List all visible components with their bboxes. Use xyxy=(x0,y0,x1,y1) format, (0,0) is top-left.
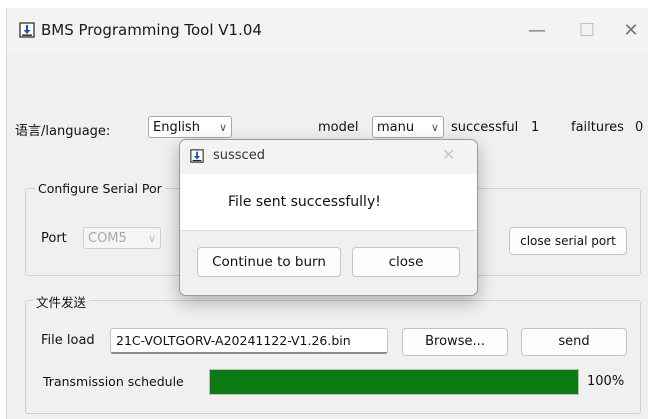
success-dialog: sussced ✕ File sent successfully! Contin… xyxy=(179,139,478,296)
chevron-down-icon: ∨ xyxy=(218,121,227,134)
maximize-button[interactable]: ☐ xyxy=(567,16,607,46)
continue-to-burn-button[interactable]: Continue to burn xyxy=(197,247,341,277)
browse-button[interactable]: Browse... xyxy=(402,328,508,356)
failures-count: 0 xyxy=(635,120,644,135)
port-select[interactable]: COM5 ∨ xyxy=(83,227,161,249)
file-send-group xyxy=(25,300,641,414)
window-title: BMS Programming Tool V1.04 xyxy=(41,21,262,39)
port-value: COM5 xyxy=(88,231,127,246)
language-select[interactable]: English ∨ xyxy=(148,116,232,138)
download-arrow-icon xyxy=(190,149,204,163)
dialog-close-button[interactable]: close xyxy=(352,247,460,277)
send-button[interactable]: send xyxy=(521,328,627,356)
minimize-button[interactable]: — xyxy=(517,16,557,46)
dialog-body: File sent successfully! xyxy=(180,174,477,230)
dialog-title-bar: sussced ✕ xyxy=(180,140,477,174)
model-select[interactable]: manu ∨ xyxy=(372,116,444,138)
dialog-title: sussced xyxy=(213,148,265,163)
chevron-down-icon: ∨ xyxy=(147,232,156,245)
chevron-down-icon: ∨ xyxy=(430,121,439,134)
file-path-field[interactable]: 21C-VOLTGORV-A20241122-V1.26.bin xyxy=(110,328,388,354)
progress-fill xyxy=(210,370,578,394)
dialog-divider xyxy=(180,230,477,231)
successful-count: 1 xyxy=(531,120,540,135)
language-label: 语言/language: xyxy=(15,124,111,139)
serial-group-title: Configure Serial Por xyxy=(35,181,165,196)
transmission-schedule-label: Transmission schedule xyxy=(43,374,184,389)
file-load-label: File load xyxy=(41,333,95,348)
close-window-button[interactable]: ✕ xyxy=(611,16,648,46)
model-label: model xyxy=(318,120,359,135)
failures-label: failtures xyxy=(571,120,624,135)
successful-label: successful xyxy=(451,120,519,135)
model-value: manu xyxy=(377,120,415,135)
dialog-close-icon[interactable]: ✕ xyxy=(442,145,455,164)
language-value: English xyxy=(153,120,200,135)
close-serial-port-button[interactable]: close serial port xyxy=(509,227,627,255)
download-arrow-icon xyxy=(19,22,35,38)
port-label: Port xyxy=(41,231,67,246)
transmission-progress-bar xyxy=(209,369,579,395)
title-bar: BMS Programming Tool V1.04 — ☐ ✕ xyxy=(7,8,648,54)
dialog-message: File sent successfully! xyxy=(228,194,381,210)
file-send-group-title: 文件发送 xyxy=(33,292,90,311)
progress-percent: 100% xyxy=(587,374,625,389)
